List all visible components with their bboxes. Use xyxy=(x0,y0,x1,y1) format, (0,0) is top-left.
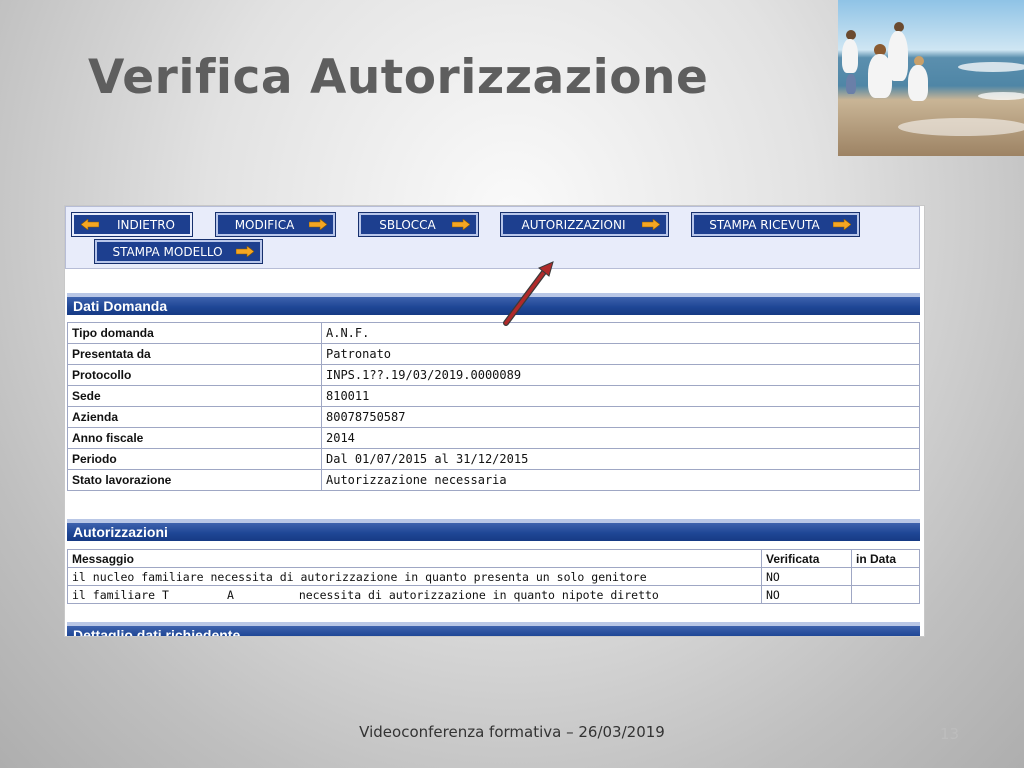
table-row: Protocollo INPS.1??.19/03/2019.0000089 xyxy=(67,364,920,386)
messaggio-cell: il nucleo familiare necessita di autoriz… xyxy=(67,567,762,586)
row-label: Stato lavorazione xyxy=(67,469,322,491)
modifica-label: MODIFICA xyxy=(234,217,295,232)
col-header-in-data: in Data xyxy=(851,549,920,568)
table-row: Anno fiscale 2014 xyxy=(67,427,920,449)
stampa-modello-label: STAMPA MODELLO xyxy=(112,244,223,259)
dati-domanda-header: Dati Domanda xyxy=(67,293,920,315)
col-header-verificata: Verificata xyxy=(761,549,852,568)
row-label: Tipo domanda xyxy=(67,322,322,344)
in-data-cell xyxy=(851,567,920,586)
action-toolbar: INDIETRO MODIFICA SBLOCCA AUTORIZZAZIONI… xyxy=(65,206,920,269)
table-row: il familiare T A necessita di autorizzazi… xyxy=(67,585,920,604)
row-label: Azienda xyxy=(67,406,322,428)
table-row: Presentata da Patronato xyxy=(67,343,920,365)
row-value: 2014 xyxy=(321,427,920,449)
row-value: 810011 xyxy=(321,385,920,407)
sblocca-label: SBLOCCA xyxy=(379,217,436,232)
row-value: A.N.F. xyxy=(321,322,920,344)
autorizzazioni-header: Autorizzazioni xyxy=(67,519,920,541)
modifica-button[interactable]: MODIFICA xyxy=(215,212,336,237)
page-number: 13 xyxy=(940,725,960,743)
autorizzazioni-button[interactable]: AUTORIZZAZIONI xyxy=(500,212,669,237)
row-label: Sede xyxy=(67,385,322,407)
sblocca-button[interactable]: SBLOCCA xyxy=(358,212,479,237)
beach-family-photo xyxy=(838,0,1024,156)
row-label: Presentata da xyxy=(67,343,322,365)
row-value: INPS.1??.19/03/2019.0000089 xyxy=(321,364,920,386)
slide-title: Verifica Autorizzazione xyxy=(88,50,709,105)
table-row: Sede 810011 xyxy=(67,385,920,407)
arrow-right-icon xyxy=(642,219,660,230)
arrow-right-icon xyxy=(309,219,327,230)
row-value: Patronato xyxy=(321,343,920,365)
table-header-row: Messaggio Verificata in Data xyxy=(67,549,920,568)
messaggio-prefix: il familiare T xyxy=(72,587,169,602)
slide-footer: Videoconferenza formativa – 26/03/2019 xyxy=(359,723,665,741)
row-label: Anno fiscale xyxy=(67,427,322,449)
table-row: Azienda 80078750587 xyxy=(67,406,920,428)
messaggio-suffix: necessita di autorizzazione in quanto ni… xyxy=(298,587,659,602)
table-row: Periodo Dal 01/07/2015 al 31/12/2015 xyxy=(67,448,920,470)
stampa-ricevuta-label: STAMPA RICEVUTA xyxy=(709,217,820,232)
redaction-mark xyxy=(233,589,292,601)
autorizzazioni-table: Messaggio Verificata in Data il nucleo f… xyxy=(67,549,920,604)
row-value: Dal 01/07/2015 al 31/12/2015 xyxy=(321,448,920,470)
verificata-cell: NO xyxy=(761,567,852,586)
col-header-messaggio: Messaggio xyxy=(67,549,762,568)
row-label: Protocollo xyxy=(67,364,322,386)
arrow-right-icon xyxy=(236,246,254,257)
row-value: 80078750587 xyxy=(321,406,920,428)
messaggio-mid: A xyxy=(226,587,234,602)
arrow-right-icon xyxy=(833,219,851,230)
messaggio-cell: il familiare T A necessita di autorizzazi… xyxy=(67,585,762,604)
arrow-left-icon xyxy=(81,219,99,230)
in-data-cell xyxy=(851,585,920,604)
indietro-button[interactable]: INDIETRO xyxy=(71,212,193,237)
dettaglio-richiedente-header: Dettaglio dati richiedente xyxy=(67,622,920,636)
row-label: Periodo xyxy=(67,448,322,470)
autorizzazioni-label: AUTORIZZAZIONI xyxy=(521,217,626,232)
table-row: il nucleo familiare necessita di autoriz… xyxy=(67,567,920,586)
arrow-right-icon xyxy=(452,219,470,230)
stampa-ricevuta-button[interactable]: STAMPA RICEVUTA xyxy=(691,212,860,237)
redaction-mark xyxy=(168,589,227,601)
stampa-modello-button[interactable]: STAMPA MODELLO xyxy=(94,239,263,264)
indietro-label: INDIETRO xyxy=(117,217,175,232)
row-value: Autorizzazione necessaria xyxy=(321,469,920,491)
application-screenshot: INDIETRO MODIFICA SBLOCCA AUTORIZZAZIONI… xyxy=(64,205,925,637)
dati-domanda-table: Tipo domanda A.N.F. Presentata da Patron… xyxy=(67,322,920,491)
verificata-cell: NO xyxy=(761,585,852,604)
table-row: Stato lavorazione Autorizzazione necessa… xyxy=(67,469,920,491)
table-row: Tipo domanda A.N.F. xyxy=(67,322,920,344)
